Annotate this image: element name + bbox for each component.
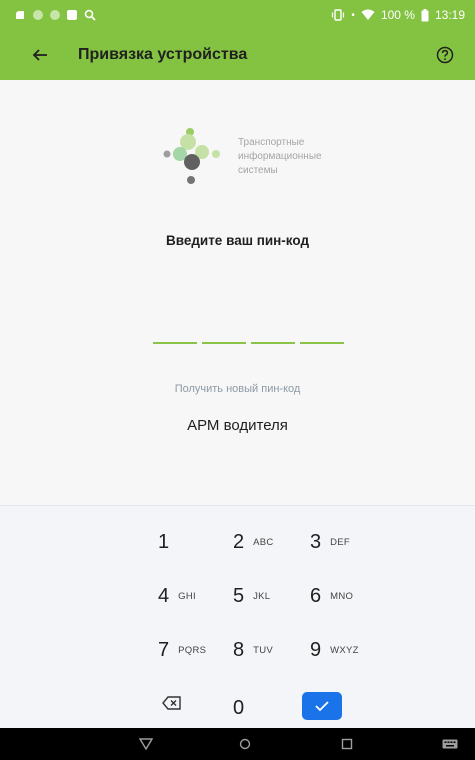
key-3[interactable]: 3 DEF [310,524,380,560]
key-letters: PQRS [178,644,207,656]
pin-input[interactable] [153,342,344,344]
backspace-button[interactable] [160,691,184,715]
notification-dot-icon [33,10,43,20]
key-letters: TUV [253,644,274,656]
key-number: 8 [233,638,245,661]
status-icons-left [14,9,96,21]
app-bar: Привязка устройства [0,30,475,80]
key-letters: ABC [253,536,274,548]
key-number: 9 [310,638,322,661]
key-6[interactable]: 6 MNO [310,578,380,614]
key-letters: WXYZ [330,644,359,656]
logo-text-line: информационные [238,151,322,162]
pin-digit-slot[interactable] [300,342,344,344]
battery-text: 100 % [380,8,415,22]
key-0[interactable]: 0 [233,690,303,726]
pin-digit-slot[interactable] [202,342,246,344]
pin-digit-slot[interactable] [251,342,295,344]
confirm-button[interactable] [302,692,342,720]
key-9[interactable]: 9 WXYZ [310,632,380,668]
nav-recents-button[interactable] [337,734,357,754]
app-name-label: АРМ водителя [187,417,288,434]
key-8[interactable]: 8 TUV [233,632,303,668]
search-notification-icon [84,9,96,21]
company-logo: Транспортные информационные системы [160,124,360,188]
clock: 13:19 [434,8,465,22]
signal-dot-icon: • [351,9,355,21]
keyboard-switch-button[interactable] [440,734,460,754]
key-letters: GHI [178,590,196,602]
backspace-icon [162,696,181,710]
nav-home-icon [239,738,251,750]
checkmark-icon [315,701,329,712]
key-number: 6 [310,584,322,607]
key-number: 2 [233,530,245,553]
help-button[interactable] [429,39,461,71]
key-5[interactable]: 5 JKL [233,578,303,614]
pin-prompt: Введите ваш пин-код [165,233,310,248]
image-notification-icon [67,10,77,20]
arrow-back-icon [32,49,47,61]
key-4[interactable]: 4 GHI [158,578,228,614]
notification-dot-icon [50,10,60,20]
wifi-icon [361,9,375,21]
status-bar: • 100 % 13:19 [0,0,475,30]
key-number: 1 [158,530,170,553]
system-nav-bar [0,728,475,760]
status-icons-right: • 100 % 13:19 [331,8,465,22]
notification-icon [14,9,26,21]
key-number: 4 [158,584,170,607]
nav-recents-icon [341,738,353,750]
main-content: Транспортные информационные системы Введ… [0,80,475,505]
logo-text-line: Транспортные [238,137,305,148]
nav-home-button[interactable] [235,734,255,754]
key-letters: DEF [330,536,351,548]
logo-text-line: системы [238,165,278,176]
get-new-pin-link[interactable]: Получить новый пин-код [0,383,475,395]
nav-back-icon [139,738,153,750]
key-letters: JKL [253,590,271,602]
key-letters: MNO [330,590,354,602]
numeric-keypad: 1 2 ABC 3 DEF 4 GHI 5 JKL 6 MNO 7 PQRS 8… [0,505,475,728]
logo-text: Транспортные информационные системы [238,136,322,178]
battery-icon [421,8,429,22]
pin-digit-slot[interactable] [153,342,197,344]
key-number: 7 [158,638,170,661]
key-1[interactable]: 1 [158,524,228,560]
page-title: Привязка устройства [78,46,248,63]
key-number: 5 [233,584,245,607]
back-button[interactable] [22,37,58,73]
help-icon [436,46,454,64]
key-2[interactable]: 2 ABC [233,524,303,560]
key-7[interactable]: 7 PQRS [158,632,228,668]
vibrate-icon [331,9,345,21]
keyboard-icon [442,739,458,749]
key-number: 0 [233,696,245,719]
nav-back-button[interactable] [136,734,156,754]
logo-graphic-icon [163,128,220,184]
key-number: 3 [310,530,322,553]
